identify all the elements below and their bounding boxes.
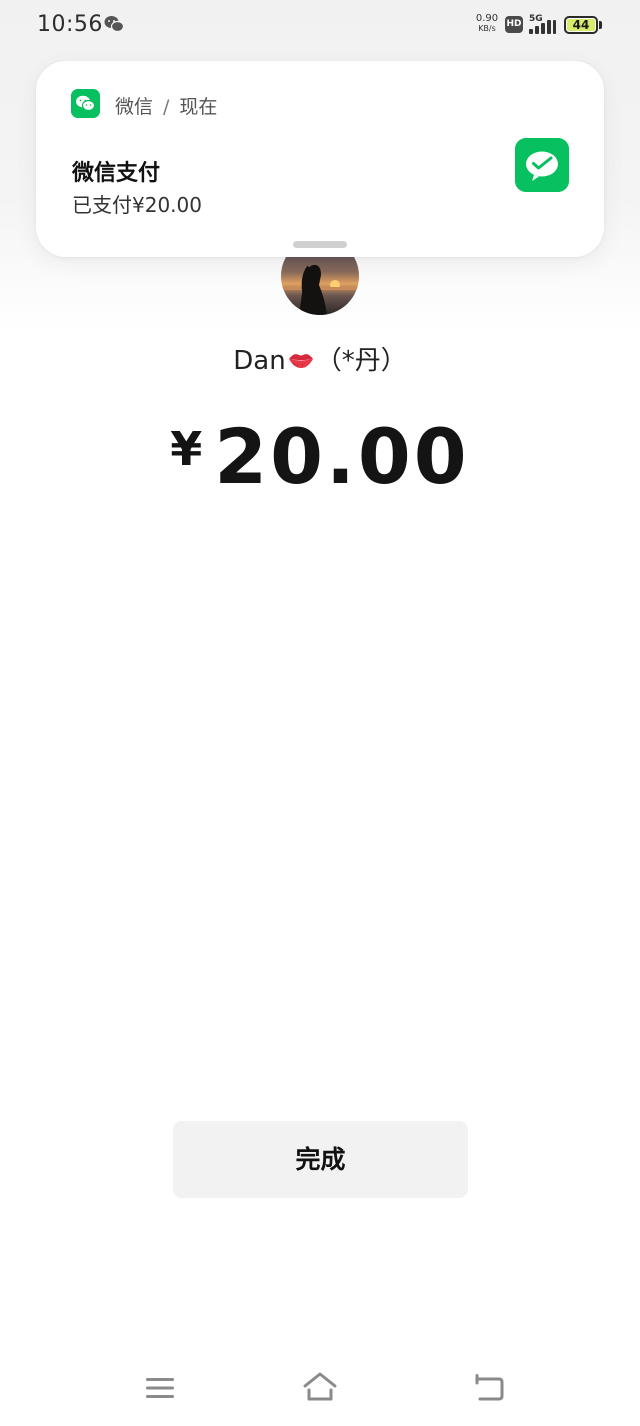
notification-time: 现在 <box>179 96 218 118</box>
notification-drag-handle[interactable] <box>293 241 347 248</box>
signal-icon: 5G <box>529 14 557 34</box>
done-button[interactable]: 完成 <box>173 1121 468 1198</box>
menu-icon[interactable] <box>146 1376 174 1400</box>
battery-icon: 44 <box>564 16 598 34</box>
wechat-app-icon <box>71 89 100 118</box>
wechat-pay-icon <box>515 138 569 192</box>
amount-value: 20.00 <box>214 412 470 501</box>
payment-amount: ¥20.00 <box>0 412 640 501</box>
notification-separator: / <box>163 96 170 118</box>
lips-emoji-icon <box>288 353 313 368</box>
back-icon[interactable] <box>474 1374 504 1402</box>
network-speed-value: 0.90 <box>475 13 499 24</box>
notification-app-name: 微信 <box>115 96 154 118</box>
battery-tip <box>599 21 602 29</box>
notification-body: 已支付¥20.00 <box>72 193 202 217</box>
wechat-icon <box>104 16 124 33</box>
network-speed-unit: KB/s <box>478 24 496 33</box>
payee-real-name: （*丹） <box>315 346 407 376</box>
hd-icon: HD <box>505 16 523 33</box>
battery-level: 44 <box>567 19 595 31</box>
payee-nickname: Dan <box>233 346 286 376</box>
currency-symbol: ¥ <box>170 422 203 476</box>
payment-success-screen: 10:56 0.90 KB/s HD 5G 44 微信 / 现在 微信支付 已支… <box>0 0 640 1426</box>
payee-name: Dan （*丹） <box>0 340 640 377</box>
status-time: 10:56 <box>37 12 103 37</box>
home-icon[interactable] <box>302 1372 338 1402</box>
wechat-pay-notification[interactable]: 微信 / 现在 微信支付 已支付¥20.00 <box>36 61 604 257</box>
network-speed: 0.90 KB/s <box>472 14 502 34</box>
notification-title: 微信支付 <box>72 161 161 186</box>
status-bar: 10:56 0.90 KB/s HD 5G 44 <box>0 0 640 50</box>
notification-meta: 微信 / 现在 <box>115 92 217 119</box>
